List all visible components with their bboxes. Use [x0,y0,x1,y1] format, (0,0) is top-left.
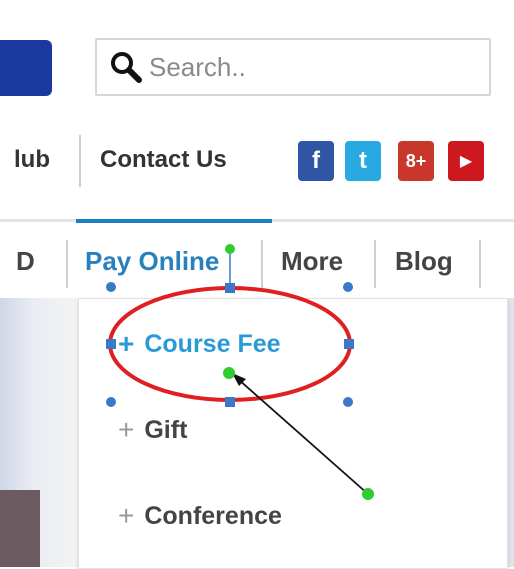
search-icon [111,52,142,83]
nav-separator [479,240,481,288]
search-box[interactable] [95,38,491,96]
google-plus-icon[interactable]: 8+ [398,141,434,181]
dropdown-item-course-fee[interactable]: + Course Fee [118,328,281,360]
dropdown-item-label: Conference [144,501,282,530]
plus-icon: + [118,414,135,445]
plus-icon: + [118,328,135,359]
nav-item-blog[interactable]: Blog [395,246,453,277]
nav-contact-us-link[interactable]: Contact Us [100,146,227,174]
corner-handle-top-right[interactable] [343,282,353,292]
youtube-icon[interactable]: ▶ [448,141,484,181]
nav-separator [261,240,263,288]
corner-handle-top-left[interactable] [106,282,116,292]
rotate-handle[interactable] [225,244,235,254]
resize-handle-top[interactable] [225,283,235,293]
nav-separator [374,240,376,288]
search-input[interactable] [149,51,469,83]
nav-separator [66,240,68,288]
facebook-icon[interactable]: f [298,141,334,181]
nav-item-partial[interactable]: D [16,246,35,277]
twitter-icon[interactable]: t [345,141,381,181]
plus-icon: + [118,500,135,531]
background-photo-detail [0,490,40,567]
dropdown-item-label: Gift [144,415,188,444]
dropdown-item-gift[interactable]: + Gift [118,414,187,446]
nav-hub-link[interactable]: lub [14,146,50,174]
brand-logo-block[interactable] [0,40,52,96]
dropdown-item-conference[interactable]: + Conference [118,500,282,532]
nav-item-more[interactable]: More [281,246,343,277]
nav-separator [79,135,81,187]
nav-item-pay-online[interactable]: Pay Online [85,246,219,277]
dropdown-item-label: Course Fee [144,329,281,358]
nav-active-indicator [76,219,272,223]
